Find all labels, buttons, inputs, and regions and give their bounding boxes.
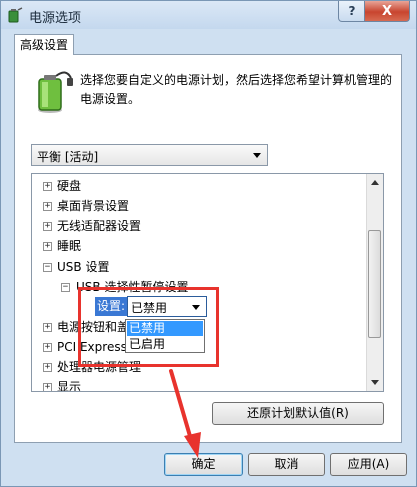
battery-plan-icon — [38, 71, 73, 113]
expand-icon[interactable]: + — [43, 242, 52, 251]
ok-button[interactable]: 确定 — [164, 453, 243, 476]
expand-icon[interactable]: + — [43, 343, 52, 352]
window-title: 电源选项 — [29, 11, 82, 26]
vertical-scrollbar[interactable] — [366, 174, 383, 391]
tree-item-label: 显示 — [57, 380, 82, 392]
apply-button[interactable]: 应用(A) — [330, 453, 407, 476]
expand-icon[interactable]: + — [43, 182, 52, 191]
scroll-up-arrow-icon[interactable] — [371, 180, 379, 185]
expand-icon[interactable]: + — [43, 222, 52, 231]
close-button[interactable]: X — [364, 1, 410, 22]
scroll-down-arrow-icon[interactable] — [371, 380, 379, 385]
restore-defaults-button[interactable]: 还原计划默认值(R) — [212, 402, 384, 425]
tab-advanced-settings[interactable]: 高级设置 — [14, 34, 74, 55]
tree-item-label: 桌面背景设置 — [57, 199, 130, 213]
collapse-icon[interactable]: − — [43, 263, 52, 272]
expand-icon[interactable]: + — [43, 383, 52, 391]
scrollbar-thumb[interactable] — [368, 230, 381, 338]
expand-icon[interactable]: + — [43, 202, 52, 211]
help-button[interactable]: ? — [338, 1, 366, 22]
power-plan-select[interactable]: 平衡 [活动] — [31, 144, 268, 166]
chevron-down-icon — [253, 153, 261, 158]
tree-item-label: 硬盘 — [57, 179, 82, 193]
power-plan-value: 平衡 [活动] — [37, 150, 99, 164]
annotation-highlight-box — [78, 287, 219, 367]
power-options-icon — [8, 7, 23, 23]
expand-icon[interactable]: + — [43, 323, 52, 332]
collapse-icon[interactable]: − — [61, 283, 70, 292]
tree-item-label: USB 设置 — [57, 260, 110, 274]
tree-item-label: 无线适配器设置 — [57, 219, 142, 233]
expand-icon[interactable]: + — [43, 363, 52, 372]
description-text: 选择您要自定义的电源计划，然后选择您希望计算机管理的电源设置。 — [80, 73, 393, 106]
cancel-button[interactable]: 取消 — [248, 453, 325, 476]
tree-item-label: 睡眠 — [57, 239, 82, 253]
